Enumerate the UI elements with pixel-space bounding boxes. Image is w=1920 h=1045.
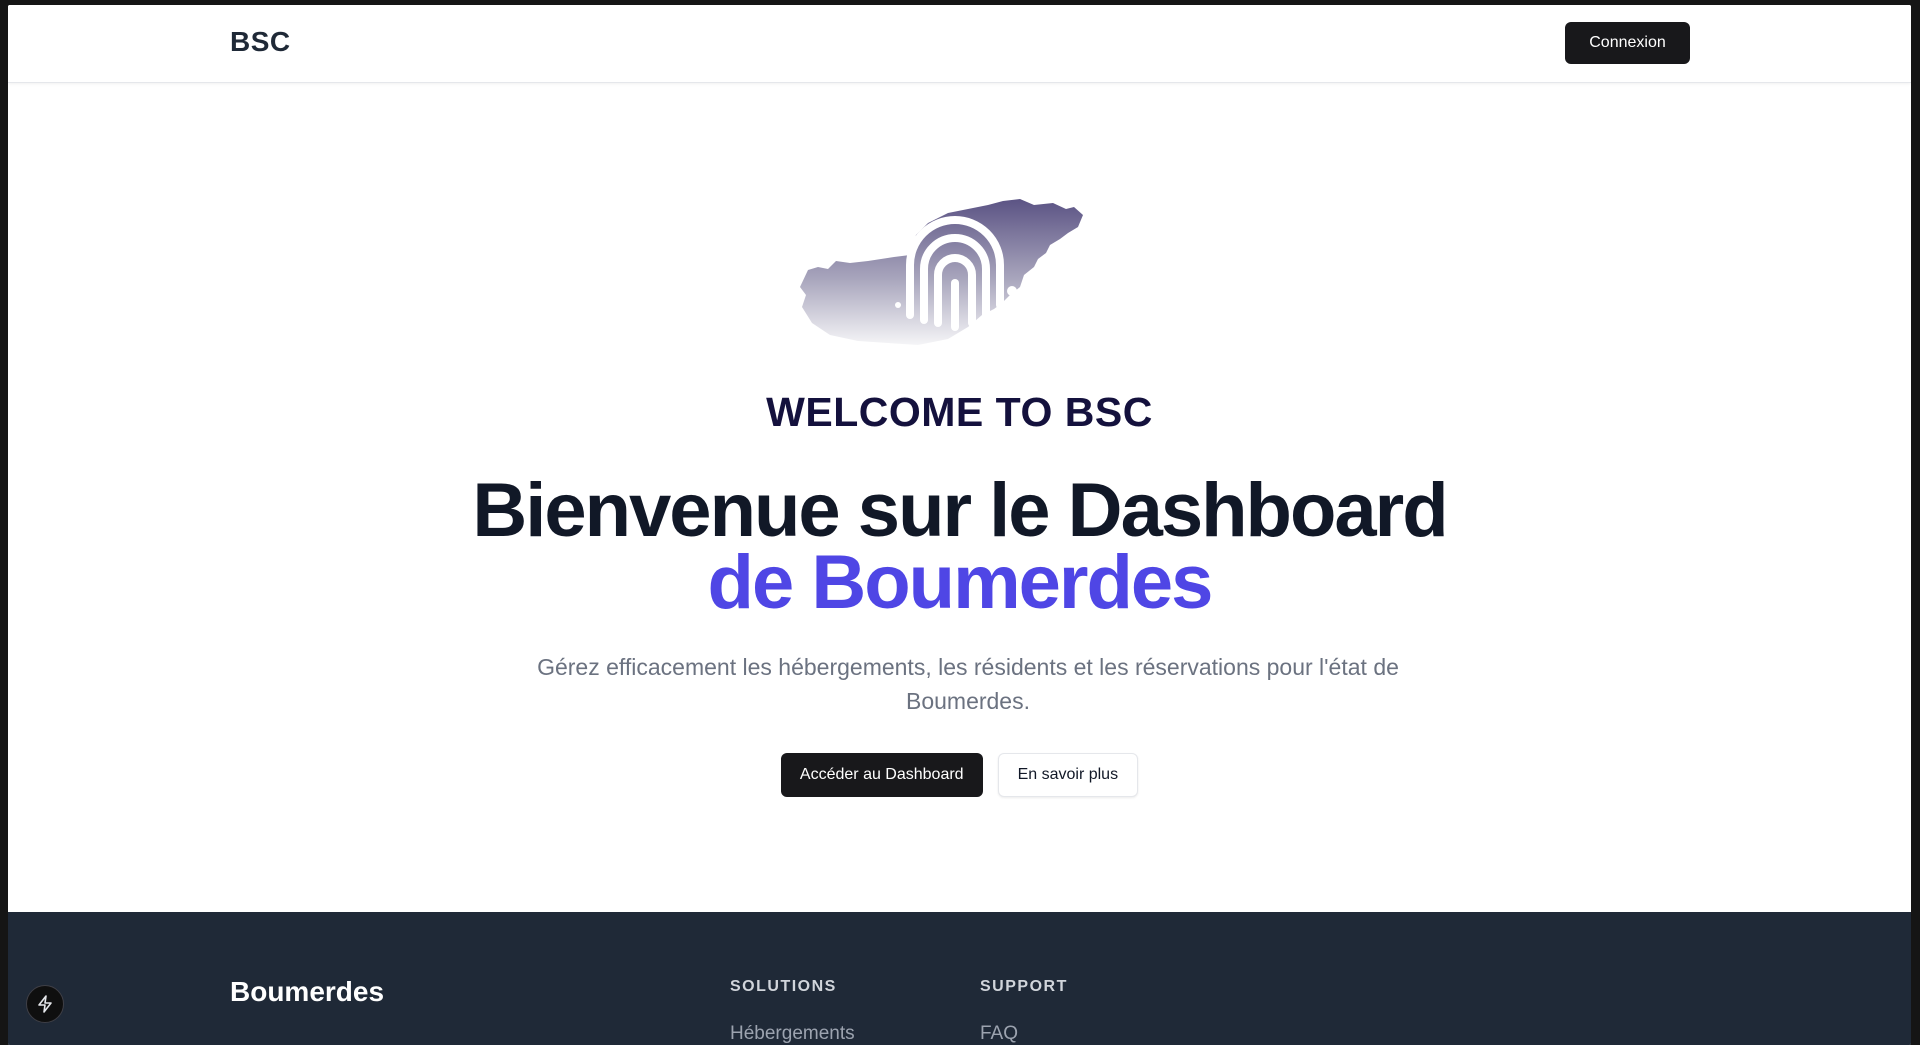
- browser-viewport: BSC Connexion WELCOME TO BSC Bienvenue s…: [8, 5, 1911, 1045]
- bolt-icon[interactable]: [26, 985, 64, 1023]
- footer-column-support: SUPPORT FAQ: [980, 978, 1068, 1045]
- hero-subtitle: Gérez efficacement les hébergements, les…: [537, 654, 1399, 714]
- boumerdes-map-logo-icon: [798, 195, 1128, 355]
- hero-headline: Bienvenue sur le Dashboard de Boumerdes: [8, 468, 1911, 625]
- hero-cta-group: Accéder au Dashboard En savoir plus: [8, 753, 1911, 797]
- hero-headline-line2-accent: de Boumerdes: [707, 540, 1214, 625]
- welcome-eyebrow-heading: WELCOME TO BSC: [766, 389, 1153, 435]
- top-navigation-bar: BSC Connexion: [8, 5, 1911, 83]
- footer-column-title: SOLUTIONS: [730, 978, 837, 995]
- footer-column-solutions: SOLUTIONS Hébergements: [730, 978, 855, 1045]
- access-dashboard-button[interactable]: Accéder au Dashboard: [780, 753, 983, 797]
- learn-more-button[interactable]: En savoir plus: [997, 753, 1139, 797]
- login-button[interactable]: Connexion: [1565, 22, 1690, 64]
- site-footer: Boumerdes SOLUTIONS Hébergements SUPPORT…: [8, 912, 1911, 1045]
- footer-column-title: SUPPORT: [980, 978, 1068, 995]
- footer-link-hebergements[interactable]: Hébergements: [730, 1023, 855, 1045]
- footer-brand: Boumerdes: [230, 976, 385, 1007]
- hero-headline-line1: Bienvenue sur le Dashboard: [472, 468, 1448, 553]
- brand-logo-text[interactable]: BSC: [230, 26, 291, 58]
- footer-link-faq[interactable]: FAQ: [980, 1023, 1068, 1045]
